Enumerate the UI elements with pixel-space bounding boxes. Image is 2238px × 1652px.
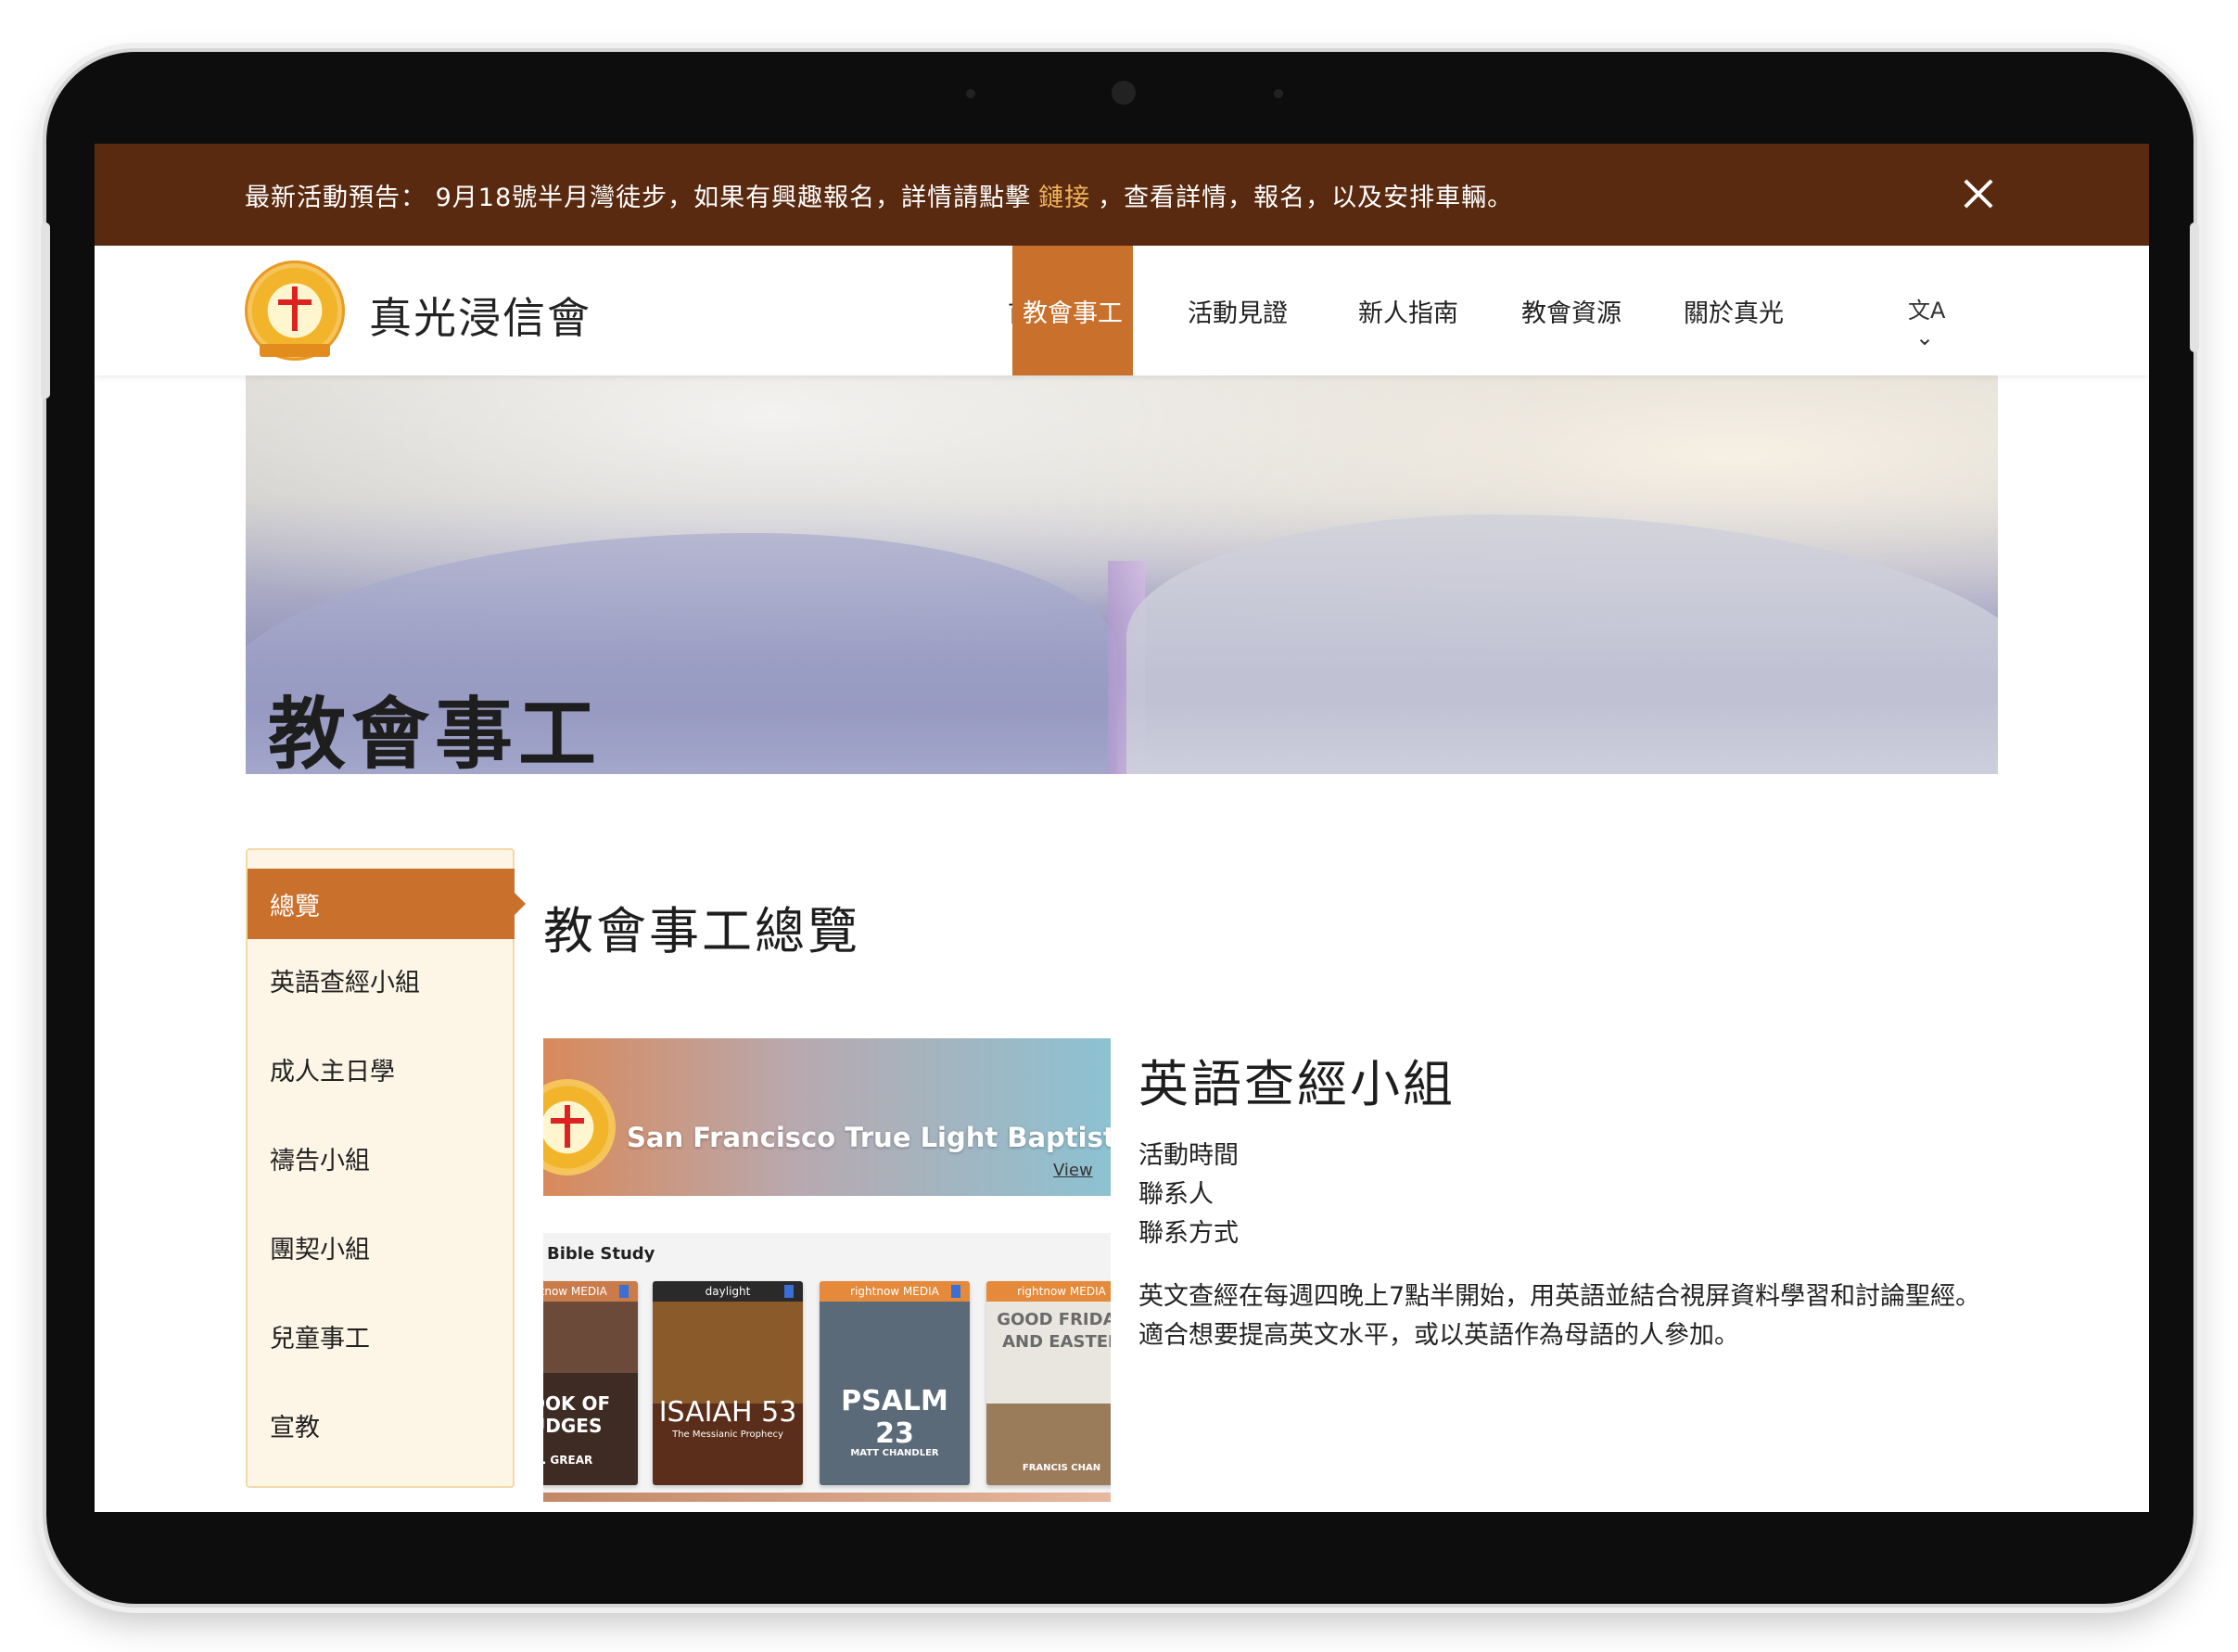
book-subtitle: MATT CHANDLER (850, 1448, 939, 1458)
promo-section-label: Bible Study (547, 1244, 655, 1264)
book-title: GOOD FRIDAY AND EASTER (997, 1310, 1111, 1352)
ministry-name: 英語查經小組 (1138, 1055, 1456, 1113)
announcement-text-after: ，查看詳情，報名，以及安排車輛。 (1098, 183, 1514, 212)
nav-ministries[interactable]: 教會事工 (1012, 246, 1133, 375)
language-selector[interactable]: 文A ⌄ (1908, 292, 1973, 350)
side-button-left (41, 222, 50, 399)
ministry-contact-label: 聯系人 (1138, 1180, 1214, 1209)
side-button-right (2190, 222, 2199, 352)
church-logo[interactable] (245, 261, 345, 361)
nav-events[interactable]: 活動見證 (1177, 246, 1298, 375)
hero-banner: 教會事工 (246, 375, 1998, 774)
browser-screen: 最新活動預告： 9月18號半月灣徒步，如果有興趣報名，詳情請點擊 鏈接 ，查看詳… (95, 144, 2149, 1512)
site-name[interactable]: 真光浸信會 (369, 285, 591, 346)
book-cover: rightnow MEDIA GOOD FRIDAY AND EASTER FR… (986, 1281, 1111, 1485)
page-title: 教會事工總覽 (543, 902, 860, 960)
book-tag: rightnow MEDIA (850, 1285, 939, 1298)
nav-resources[interactable]: 教會資源 (1511, 246, 1632, 375)
book-subtitle: D. GREAR (543, 1454, 593, 1467)
sidebar-item-adult-sunday-school[interactable]: 成人主日學 (248, 1034, 515, 1104)
hero-title: 教會事工 (268, 689, 603, 774)
sidebar-item-missions[interactable]: 宣教 (248, 1390, 515, 1460)
camera-icon (1112, 81, 1136, 105)
book-subtitle: FRANCIS CHAN (1022, 1463, 1101, 1473)
ministry-time-label: 活動時間 (1138, 1141, 1239, 1170)
book-title: PSALM 23 (841, 1385, 948, 1450)
book-cover: rightnow MEDIA BOOK OF JUDGES D. GREAR (543, 1281, 638, 1485)
book-cover: rightnow MEDIA PSALM 23 MATT CHANDLER (820, 1281, 970, 1485)
book-tag: rightnow MEDIA (1017, 1285, 1106, 1298)
hero-bible-right-page (1126, 515, 1998, 774)
book-tag: daylight (705, 1285, 751, 1298)
sensor-right (1274, 89, 1283, 98)
next-image-edge (543, 1493, 1111, 1502)
book-title: ISAIAH 53 (658, 1396, 797, 1429)
announcement-bar: 最新活動預告： 9月18號半月灣徒步，如果有興趣報名，詳情請點擊 鏈接 ，查看詳… (95, 144, 2149, 246)
bookmark-icon (951, 1285, 960, 1298)
promo-church-name: San Francisco True Light Baptist Church (627, 1122, 1111, 1153)
site-header: 真光浸信會 首頁 教會事工 活動見證 新人指南 教會資源 關於真光 文A ⌄ (95, 246, 2149, 375)
sidebar-item-prayer-group[interactable]: 禱告小組 (248, 1123, 515, 1193)
nav-about[interactable]: 關於真光 (1673, 246, 1794, 375)
book-cover: daylight ISAIAH 53 The Messianic Prophec… (653, 1281, 803, 1485)
translate-icon: 文A (1908, 298, 1946, 324)
promo-banner (543, 1038, 1111, 1196)
ministry-image[interactable]: San Francisco True Light Baptist Church … (543, 1038, 1111, 1502)
ministry-sidebar: 總覽 英語查經小組 成人主日學 禱告小組 團契小組 兒童事工 宣教 (246, 848, 526, 1488)
ministry-info: 英語查經小組 活動時間 聯系人 聯系方式 英文查經在每週四晚上7點半開始，用英語… (1138, 1043, 1991, 1355)
sidebar-item-overview[interactable]: 總覽 (248, 869, 526, 939)
bookmark-icon (619, 1285, 629, 1298)
ministry-method-label: 聯系方式 (1138, 1219, 1239, 1248)
bookmark-icon (784, 1285, 794, 1298)
close-icon[interactable] (1956, 172, 2001, 216)
announcement-text: 最新活動預告： 9月18號半月灣徒步，如果有興趣報名，詳情請點擊 (245, 183, 1032, 212)
sensor-left (966, 89, 975, 98)
chevron-down-icon: ⌄ (1915, 324, 1935, 350)
promo-view-link: View (1053, 1161, 1093, 1180)
book-subtitle: The Messianic Prophecy (672, 1430, 783, 1440)
nav-newcomers[interactable]: 新人指南 (1348, 246, 1469, 375)
sidebar-item-fellowship[interactable]: 團契小組 (248, 1212, 515, 1282)
announcement-link[interactable]: 鏈接 (1038, 177, 1090, 213)
sidebar-item-children-ministry[interactable]: 兒童事工 (248, 1301, 515, 1371)
sidebar-item-english-bible-study[interactable]: 英語查經小組 (248, 945, 515, 1015)
promo-divider (543, 1196, 1111, 1233)
ministry-description: 英文查經在每週四晚上7點半開始，用英語並結合視屏資料學習和討論聖經。適合想要提高… (1138, 1282, 1981, 1350)
book-title: BOOK OF JUDGES (543, 1392, 611, 1437)
